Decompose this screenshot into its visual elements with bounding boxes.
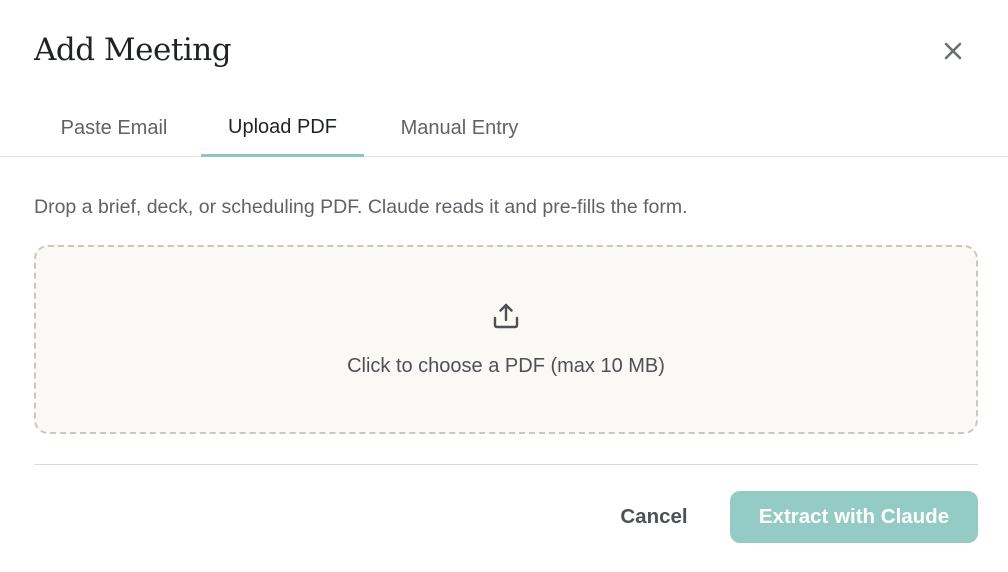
tab-label: Paste Email bbox=[60, 117, 168, 139]
dialog-title: Add Meeting bbox=[34, 32, 232, 68]
tab-label: Manual Entry bbox=[400, 117, 519, 139]
dropzone-label: Click to choose a PDF (max 10 MB) bbox=[347, 355, 665, 377]
pdf-dropzone[interactable]: Click to choose a PDF (max 10 MB) bbox=[34, 245, 978, 434]
tab-upload-pdf[interactable]: Upload PDF bbox=[201, 100, 364, 157]
tab-label: Upload PDF bbox=[228, 115, 337, 138]
cancel-button[interactable]: Cancel bbox=[598, 491, 710, 543]
tab-manual-entry[interactable]: Manual Entry bbox=[372, 100, 547, 157]
tab-bar: Paste Email Upload PDF Manual Entry bbox=[0, 100, 1008, 157]
upload-description: Drop a brief, deck, or scheduling PDF. C… bbox=[34, 196, 688, 218]
footer-divider bbox=[34, 464, 978, 465]
tab-paste-email[interactable]: Paste Email bbox=[34, 100, 194, 157]
add-meeting-dialog: Add Meeting Paste Email Upload PDF Manua… bbox=[0, 0, 1008, 572]
close-button[interactable] bbox=[936, 34, 970, 68]
extract-with-claude-button[interactable]: Extract with Claude bbox=[730, 491, 978, 543]
close-icon bbox=[944, 42, 962, 60]
upload-icon bbox=[493, 303, 519, 329]
